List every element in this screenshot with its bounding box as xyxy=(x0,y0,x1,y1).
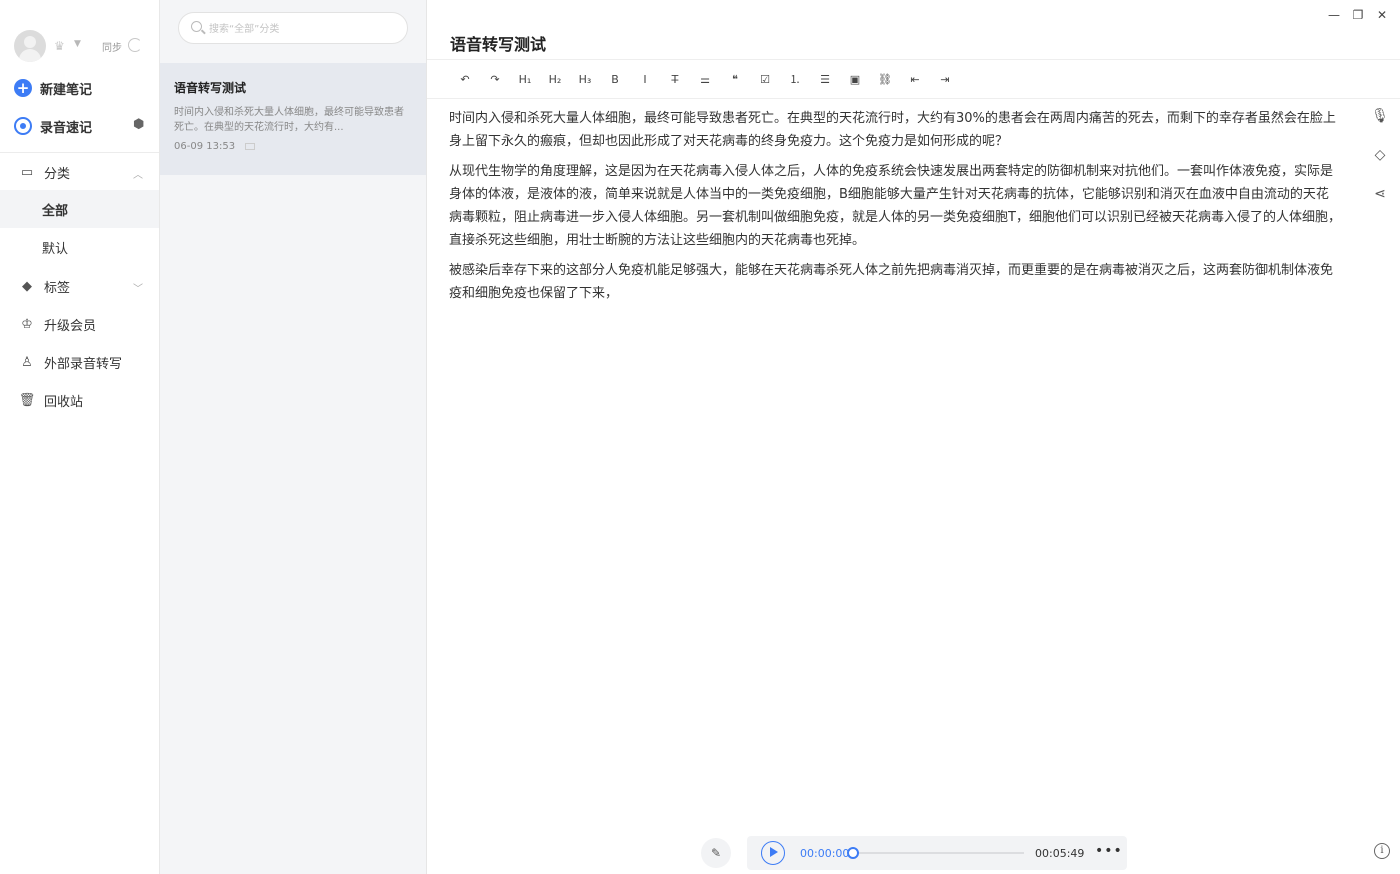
heading3-icon[interactable]: H₃ xyxy=(570,68,600,90)
left-sidebar: ♛ ▼ 同步 + 新建笔记 录音速记 ⬢ ▭ 分类 ︿ 全部 默认 ◆ 标签 ﹀… xyxy=(0,0,160,874)
note-title: 语音转写测试 xyxy=(174,81,247,95)
bullet-list-icon[interactable]: ☰ xyxy=(810,68,840,90)
link-icon[interactable]: ⛓ xyxy=(870,68,900,90)
vip-crown-icon[interactable]: ♛ xyxy=(54,39,65,53)
bold-icon[interactable]: B xyxy=(600,68,630,90)
tag-icon[interactable]: ◇ xyxy=(1370,147,1390,167)
toolbar-divider xyxy=(427,98,1400,99)
play-button[interactable] xyxy=(761,841,785,865)
user-row: ♛ ▼ 同步 xyxy=(14,30,154,62)
indent-icon[interactable]: ⇥ xyxy=(930,68,960,90)
editor-panel: — ❐ ✕ 语音转写测试 ↶ ↷ H₁ H₂ H₃ B I T̶ ⚌ ❝ ☑ ⒈ ☰ ▣ ⛓ ⇤ ⇥ 时间内入侵… xyxy=(427,0,1400,874)
sidebar-item-label: 标签 xyxy=(44,280,71,296)
undo-icon[interactable]: ↶ xyxy=(450,68,480,90)
trash-icon: 🗑 xyxy=(18,392,36,408)
window-controls: — ❐ ✕ xyxy=(1328,8,1388,22)
sidebar-item-label: 外部录音转写 xyxy=(44,356,123,372)
document-body[interactable]: 时间内入侵和杀死大量人体细胞，最终可能导致患者死亡。在典型的天花流行时，大约有3… xyxy=(449,107,1341,312)
checkbox-icon[interactable]: ☑ xyxy=(750,68,780,90)
share-icon[interactable]: ⋖ xyxy=(1370,186,1390,206)
sidebar-item-trash[interactable]: 🗑 回收站 xyxy=(0,381,159,419)
plus-circle-icon: + xyxy=(14,79,32,97)
sidebar-item-label: 默认 xyxy=(42,241,69,257)
folder-icon: ▭ xyxy=(20,164,34,180)
image-icon[interactable]: ▣ xyxy=(840,68,870,90)
redo-icon[interactable]: ↷ xyxy=(480,68,510,90)
quote-icon[interactable]: ❝ xyxy=(720,68,750,90)
minimize-icon[interactable]: — xyxy=(1328,8,1340,22)
strikethrough-icon[interactable]: T̶ xyxy=(660,68,690,90)
ordered-list-icon[interactable]: ⒈ xyxy=(780,68,810,90)
sidebar-item-label: 回收站 xyxy=(44,394,84,410)
record-ring-icon xyxy=(14,117,32,135)
note-snippet: 时间内入侵和杀死大量人体细胞，最终可能导致患者死亡。在典型的天花流行时，大约有.… xyxy=(174,107,404,133)
paragraph: 被感染后幸存下来的这部分人免疫机能足够强大，能够在天花病毒杀死人体之前先把病毒消… xyxy=(449,263,1334,301)
chevron-up-icon[interactable]: ︿ xyxy=(133,166,143,181)
pen-icon: ✎ xyxy=(710,846,722,860)
sidebar-item-label: 分类 xyxy=(44,166,71,182)
heading2-icon[interactable]: H₂ xyxy=(540,68,570,90)
current-time: 00:00:00 xyxy=(800,847,850,860)
outdent-icon[interactable]: ⇤ xyxy=(900,68,930,90)
italic-icon[interactable]: I xyxy=(630,68,660,90)
sync-label[interactable]: 同步 xyxy=(102,39,122,54)
record-note-label: 录音速记 xyxy=(40,120,93,136)
avatar[interactable] xyxy=(14,30,46,62)
search-box[interactable] xyxy=(178,12,408,44)
format-toolbar: ↶ ↷ H₁ H₂ H₃ B I T̶ ⚌ ❝ ☑ ⒈ ☰ ▣ ⛓ ⇤ ⇥ xyxy=(450,68,960,90)
cube-icon[interactable]: ⬢ xyxy=(133,118,147,132)
sync-icon[interactable] xyxy=(128,38,142,52)
progress-thumb[interactable] xyxy=(847,847,859,859)
sidebar-item-tags[interactable]: ◆ 标签 ﹀ xyxy=(0,267,159,305)
duration: 00:05:49 xyxy=(1035,847,1085,860)
crown-icon: ♔ xyxy=(21,316,33,332)
audio-badge-icon xyxy=(245,143,256,150)
note-date: 06-09 13:53 xyxy=(174,141,236,152)
tag-icon: ◆ xyxy=(22,278,32,294)
close-icon[interactable]: ✕ xyxy=(1376,8,1388,22)
document-title[interactable]: 语音转写测试 xyxy=(450,31,546,55)
edit-pen-button[interactable]: ✎ xyxy=(701,838,731,868)
restore-icon[interactable]: ❐ xyxy=(1352,8,1364,22)
sidebar-item-label: 全部 xyxy=(42,203,69,219)
note-list-item[interactable]: 语音转写测试 时间内入侵和杀死大量人体细胞，最终可能导致患者死亡。在典型的天花流… xyxy=(160,63,426,175)
search-icon xyxy=(191,21,202,32)
progress-track[interactable] xyxy=(852,852,1024,854)
right-rail: 🎙 ◇ ⋖ xyxy=(1370,108,1390,225)
more-options-icon[interactable]: ••• xyxy=(1095,843,1123,859)
record-note-button[interactable]: 录音速记 xyxy=(14,114,92,138)
sidebar-item-category[interactable]: ▭ 分类 ︿ xyxy=(0,153,159,191)
chevron-down-icon[interactable]: ﹀ xyxy=(133,280,143,295)
new-note-label: 新建笔记 xyxy=(40,82,93,98)
sidebar-item-label: 升级会员 xyxy=(44,318,97,334)
note-list-panel: 语音转写测试 时间内入侵和杀死大量人体细胞，最终可能导致患者死亡。在典型的天花流… xyxy=(160,0,427,874)
sidebar-item-default[interactable]: 默认 xyxy=(0,228,159,266)
new-note-button[interactable]: + 新建笔记 xyxy=(14,76,92,100)
heading1-icon[interactable]: H₁ xyxy=(510,68,540,90)
paragraph: 时间内入侵和杀死大量人体细胞，最终可能导致患者死亡。在典型的天花流行时，大约有3… xyxy=(449,111,1336,149)
microphone-icon[interactable]: 🎙 xyxy=(1370,108,1390,128)
sidebar-item-upgrade[interactable]: ♔ 升级会员 xyxy=(0,305,159,343)
microphone-stand-icon: ♙ xyxy=(21,354,33,370)
info-icon[interactable]: i xyxy=(1374,843,1390,859)
search-input[interactable] xyxy=(209,19,399,39)
divider-icon[interactable]: ⚌ xyxy=(690,68,720,90)
audio-player: 00:00:00 00:05:49 ••• xyxy=(747,836,1127,870)
paragraph: 从现代生物学的角度理解，这是因为在天花病毒入侵人体之后，人体的免疫系统会快速发展… xyxy=(449,164,1341,248)
note-meta: 06-09 13:53 xyxy=(174,141,412,152)
sidebar-item-external-transcribe[interactable]: ♙ 外部录音转写 xyxy=(0,343,159,381)
sidebar-item-all[interactable]: 全部 xyxy=(0,190,159,228)
chevron-down-icon[interactable]: ▼ xyxy=(74,39,81,49)
title-divider xyxy=(427,59,1400,60)
